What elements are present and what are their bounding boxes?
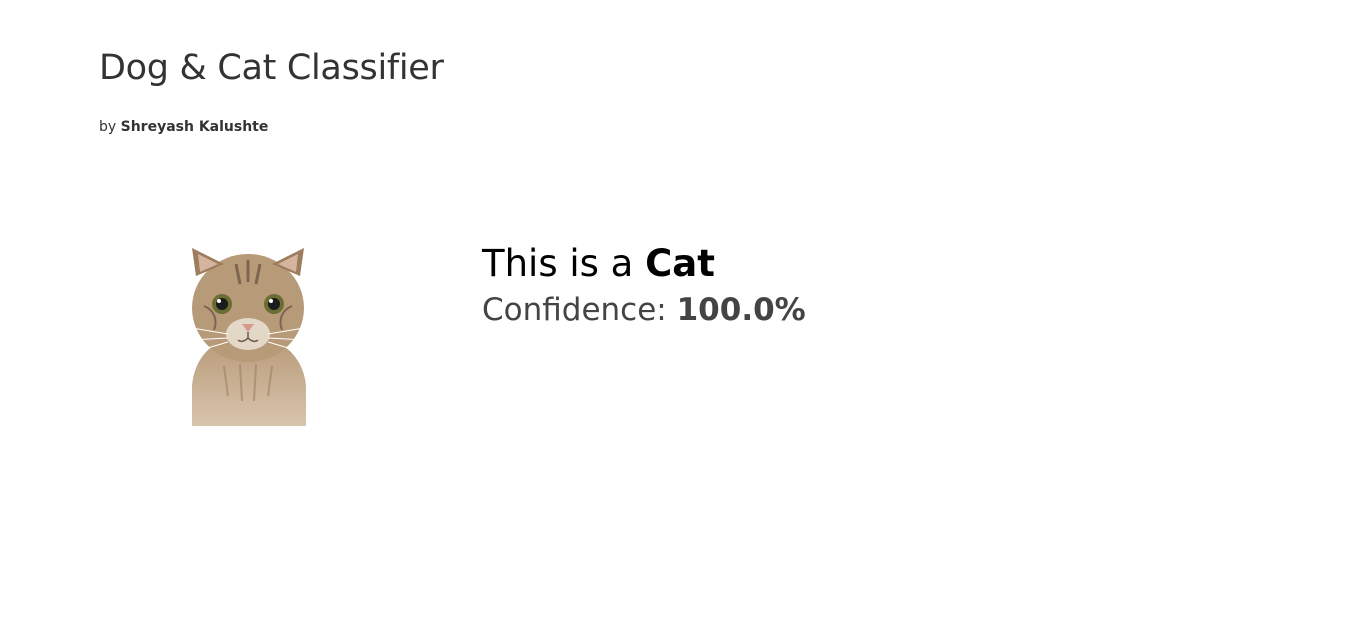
byline-prefix: by	[99, 119, 117, 135]
prediction-prefix: This is a	[482, 242, 634, 285]
page: Dog & Cat Classifier by Shreyash Kalusht…	[0, 0, 1346, 619]
author-name: Shreyash Kalushte	[120, 119, 269, 135]
confidence-prefix: Confidence:	[482, 292, 667, 328]
confidence-value: 100.0%	[676, 292, 806, 328]
prediction-line: This is a Cat	[482, 240, 806, 288]
cat-photo	[184, 236, 312, 426]
prediction-label: Cat	[645, 242, 715, 285]
byline: by Shreyash Kalushte	[99, 119, 268, 135]
uploaded-image	[184, 236, 312, 426]
page-title: Dog & Cat Classifier	[99, 48, 444, 88]
confidence-line: Confidence: 100.0%	[482, 288, 806, 332]
prediction-result: This is a Cat Confidence: 100.0%	[482, 240, 806, 332]
